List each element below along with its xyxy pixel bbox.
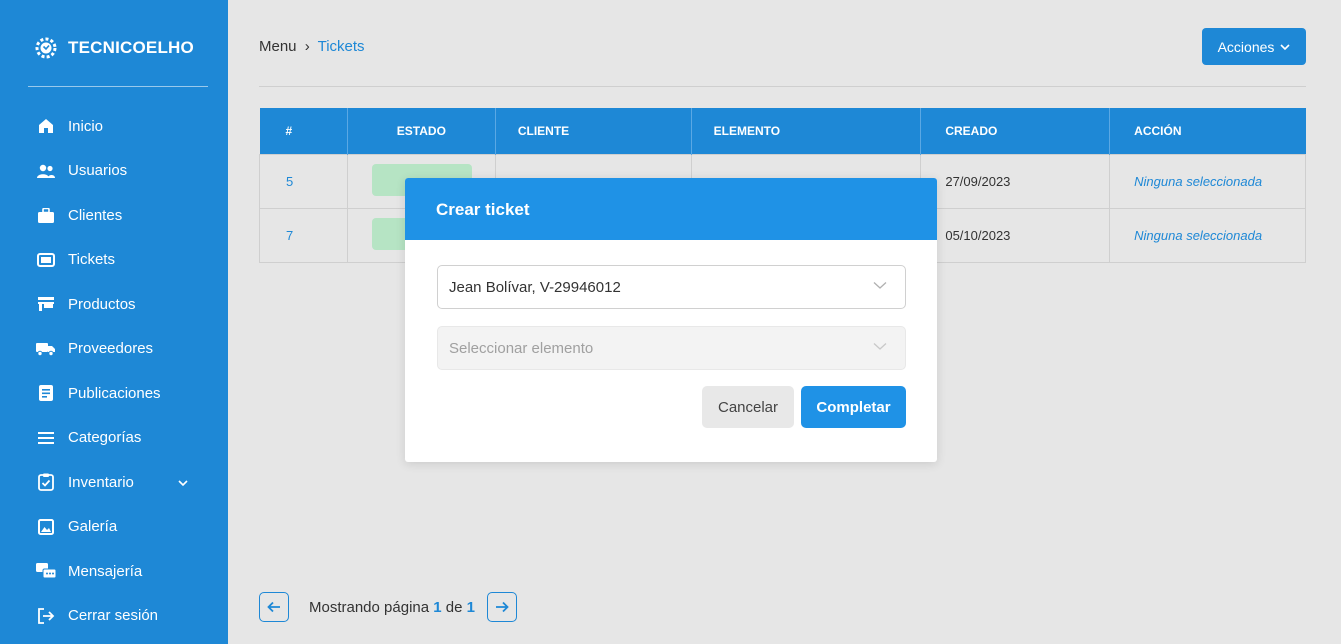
row-number[interactable]: 5 <box>259 153 348 209</box>
chevron-down-icon <box>178 474 188 490</box>
sidebar-item-label: Galería <box>68 518 118 536</box>
sidebar-nav: Inicio Usuarios Clientes Tickets Product… <box>0 104 228 638</box>
actions-button[interactable]: Acciones <box>1202 28 1306 65</box>
sidebar-item-label: Publicaciones <box>68 384 161 402</box>
sidebar-item-label: Inventario <box>68 473 134 491</box>
sidebar-item-label: Inicio <box>68 117 104 135</box>
breadcrumb-root[interactable]: Menu <box>259 38 297 55</box>
pagination-text: Mostrando página 1 de 1 <box>309 599 475 616</box>
sidebar-item-label: Cerrar sesión <box>68 607 159 625</box>
document-icon <box>36 384 56 402</box>
brand-divider <box>28 86 208 87</box>
sidebar-item-categorias[interactable]: Categorías <box>0 416 228 461</box>
sidebar-item-inicio[interactable]: Inicio <box>0 104 228 149</box>
sidebar-item-label: Tickets <box>68 251 115 269</box>
pagination-prefix: Mostrando página <box>309 598 430 616</box>
sidebar-item-galeria[interactable]: Galería <box>0 505 228 550</box>
message-icon <box>36 562 56 580</box>
sidebar-item-label: Categorías <box>68 429 142 447</box>
chevron-down-icon <box>1280 40 1290 54</box>
pagination-current: 1 <box>433 598 442 616</box>
column-header-cliente[interactable]: CLIENTE <box>495 108 692 154</box>
column-header-estado[interactable]: ESTADO <box>347 108 496 154</box>
sidebar-item-productos[interactable]: Productos <box>0 282 228 327</box>
breadcrumb-current[interactable]: Tickets <box>318 38 365 55</box>
image-icon <box>36 518 56 536</box>
modal-title: Crear ticket <box>405 178 937 240</box>
column-header-elemento[interactable]: ELEMENTO <box>691 108 922 154</box>
breadcrumb-separator: › <box>304 38 310 55</box>
next-page-button[interactable] <box>486 592 517 622</box>
action-link[interactable]: Ninguna seleccionada <box>1134 174 1262 189</box>
pagination-of: de <box>445 598 463 616</box>
home-icon <box>36 117 56 135</box>
gear-logo-icon <box>34 36 58 60</box>
sidebar-item-label: Productos <box>68 295 136 313</box>
table-header-row: # ESTADO CLIENTE ELEMENTO CREADO ACCIÓN <box>259 108 1306 154</box>
action-link[interactable]: Ninguna seleccionada <box>1134 228 1262 243</box>
chevron-down-icon <box>873 277 887 289</box>
element-select-placeholder: Seleccionar elemento <box>449 339 594 357</box>
row-creado: 05/10/2023 <box>920 207 1111 263</box>
sidebar: TECNICOELHO Inicio Usuarios Clientes Tic… <box>0 0 228 644</box>
brand[interactable]: TECNICOELHO <box>34 36 194 60</box>
sidebar-item-label: Usuarios <box>68 162 128 180</box>
list-icon <box>36 429 56 447</box>
client-select[interactable]: Jean Bolívar, V-29946012 <box>437 265 906 309</box>
element-select[interactable]: Seleccionar elemento <box>437 326 906 370</box>
users-icon <box>36 162 56 180</box>
prev-page-button[interactable] <box>259 592 289 622</box>
row-number[interactable]: 7 <box>259 207 348 263</box>
sidebar-item-publicaciones[interactable]: Publicaciones <box>0 371 228 416</box>
sidebar-item-cerrar-sesion[interactable]: Cerrar sesión <box>0 594 228 639</box>
header-divider <box>259 86 1306 87</box>
actions-label: Acciones <box>1217 38 1275 55</box>
logout-icon <box>36 607 56 625</box>
briefcase-icon <box>36 206 56 224</box>
column-header-accion[interactable]: ACCIÓN <box>1109 108 1306 154</box>
sidebar-item-label: Mensajería <box>68 562 143 580</box>
brand-name: TECNICOELHO <box>68 38 194 57</box>
sidebar-item-usuarios[interactable]: Usuarios <box>0 149 228 194</box>
sidebar-item-label: Proveedores <box>68 340 154 358</box>
column-header-number[interactable]: # <box>259 108 348 154</box>
row-accion: Ninguna seleccionada <box>1109 153 1306 209</box>
clipboard-check-icon <box>36 473 56 492</box>
store-icon <box>36 295 56 313</box>
row-accion: Ninguna seleccionada <box>1109 207 1306 263</box>
row-creado: 27/09/2023 <box>920 153 1111 209</box>
sidebar-item-label: Clientes <box>68 206 123 224</box>
arrow-left-icon <box>267 601 280 613</box>
sidebar-item-tickets[interactable]: Tickets <box>0 238 228 283</box>
create-ticket-modal: Crear ticket Jean Bolívar, V-29946012 Se… <box>405 178 937 462</box>
chevron-down-icon <box>873 338 887 350</box>
sidebar-item-inventario[interactable]: Inventario <box>0 460 228 505</box>
arrow-right-icon <box>495 601 509 613</box>
column-header-creado[interactable]: CREADO <box>920 108 1111 154</box>
cancel-button[interactable]: Cancelar <box>702 386 794 428</box>
sidebar-item-proveedores[interactable]: Proveedores <box>0 327 228 372</box>
pagination-total: 1 <box>466 598 475 616</box>
breadcrumb: Menu › Tickets <box>259 38 365 55</box>
truck-icon <box>36 340 56 358</box>
sidebar-item-mensajeria[interactable]: Mensajería <box>0 549 228 594</box>
complete-button[interactable]: Completar <box>801 386 906 428</box>
sidebar-item-clientes[interactable]: Clientes <box>0 193 228 238</box>
pagination: Mostrando página 1 de 1 <box>259 592 517 622</box>
ticket-icon <box>36 251 56 269</box>
client-select-value: Jean Bolívar, V-29946012 <box>449 278 621 296</box>
